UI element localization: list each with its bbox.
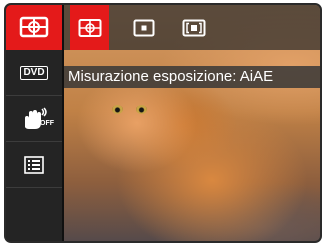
cat-eye-left [112, 105, 123, 114]
sidebar-item-stabilizer[interactable]: OFF [6, 97, 62, 142]
dvd-icon: DVD [20, 66, 48, 80]
sidebar-item-dvd[interactable]: DVD [6, 51, 62, 96]
option-metering-spot[interactable] [124, 5, 163, 50]
hand-stabilizer-off-icon [25, 107, 47, 129]
sidebar-item-metering[interactable] [6, 5, 62, 50]
sidebar: DVD OFF [6, 5, 64, 241]
metering-spot-icon [133, 19, 154, 36]
sidebar-item-menu[interactable] [6, 143, 62, 188]
option-metering-aiae[interactable] [70, 5, 109, 50]
option-bar [64, 5, 320, 50]
metering-aiae-icon [78, 18, 101, 37]
metering-center-icon [182, 19, 205, 36]
cat-eye-right [136, 105, 147, 114]
camera-screen: DVD OFF Misurazione esposizione: AiAE [4, 3, 322, 243]
stabilizer-off-label: OFF [40, 120, 54, 127]
menu-list-icon [24, 156, 44, 174]
option-metering-center[interactable] [174, 5, 213, 50]
caption-label: Misurazione esposizione: AiAE [64, 66, 320, 88]
metering-icon [19, 16, 49, 38]
